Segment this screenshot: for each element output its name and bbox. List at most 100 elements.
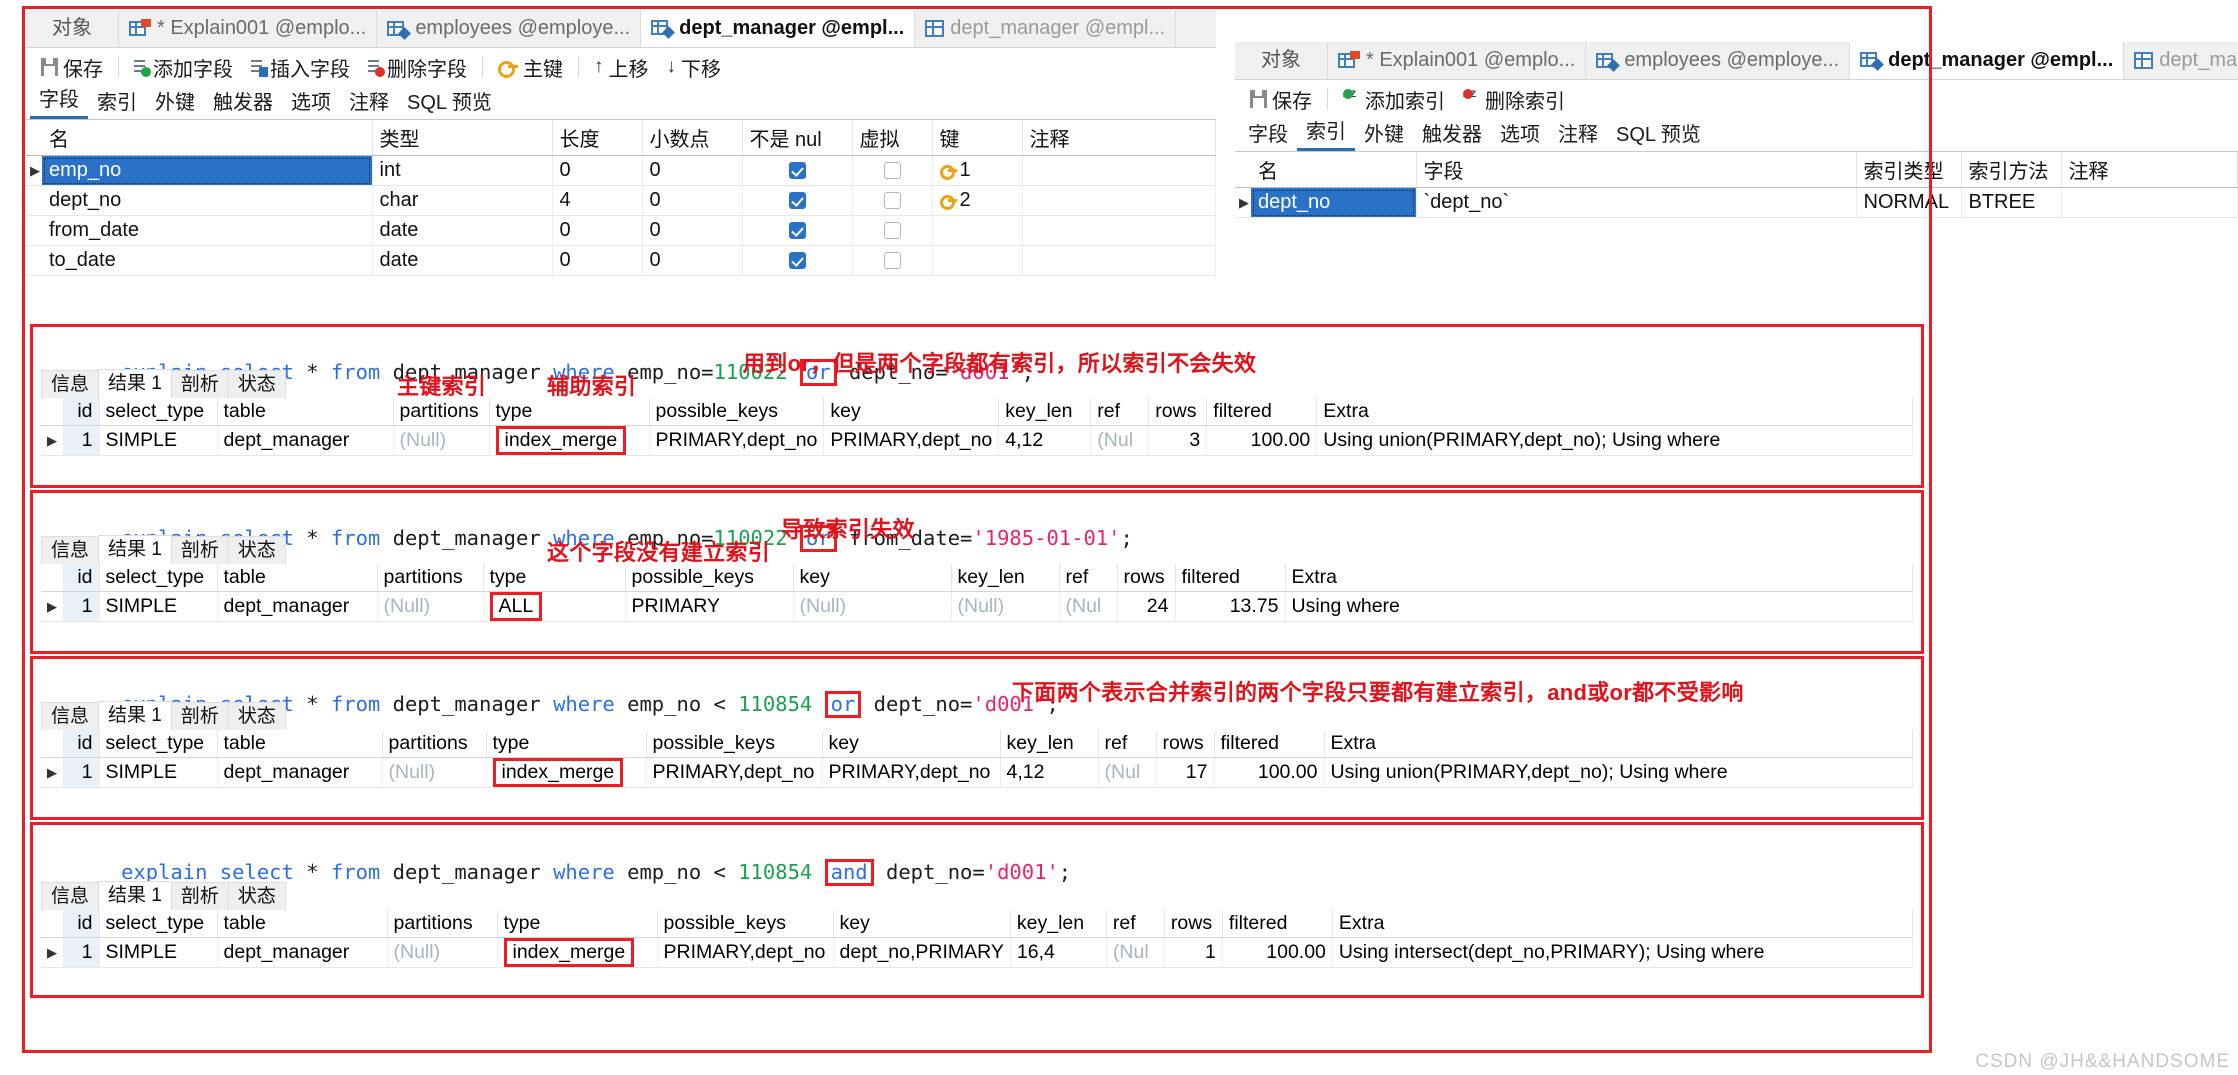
result-tab-status[interactable]: 状态 [227, 702, 286, 731]
cell-comment[interactable] [1022, 245, 1216, 276]
col-rows[interactable]: rows [1148, 398, 1208, 426]
col-partitions[interactable]: partitions [377, 564, 484, 592]
col-table[interactable]: table [217, 564, 378, 592]
cell-filtered[interactable]: 13.75 [1175, 591, 1286, 622]
result-tab-info[interactable]: 信息 [41, 702, 100, 731]
subtab-triggers[interactable]: 触发器 [1413, 120, 1491, 151]
add-index-button[interactable]: A-Z 添加索引 [1334, 84, 1454, 114]
tab-employees[interactable]: employees @employe... [377, 10, 642, 47]
cell-ref[interactable]: (Nul [1106, 937, 1165, 968]
cell-possible-keys[interactable]: PRIMARY [625, 591, 794, 622]
move-down-button[interactable]: ↓ 下移 [658, 52, 731, 82]
primary-key-button[interactable]: 主键 [489, 52, 572, 82]
col-id[interactable]: id [63, 730, 100, 758]
col-name[interactable]: 名 [42, 120, 373, 156]
virtual-checkbox[interactable] [883, 252, 901, 269]
cell-key[interactable]: 1 [932, 155, 1023, 186]
table-row[interactable]: ▶ 1 SIMPLE dept_manager (Null) ALL PRIMA… [41, 591, 1913, 622]
cell-comment[interactable] [1022, 155, 1216, 186]
cell-ref[interactable]: (Nul [1098, 757, 1157, 788]
col-comment[interactable]: 注释 [1022, 120, 1216, 156]
cell-key[interactable]: (Null) [793, 591, 952, 622]
cell-key-len[interactable]: 4,12 [1000, 757, 1099, 788]
cell-type[interactable]: char [372, 185, 553, 216]
col-length[interactable]: 长度 [552, 120, 643, 156]
cell-key[interactable] [932, 215, 1023, 246]
subtab-fields[interactable]: 字段 [30, 85, 88, 119]
cell-key-len[interactable]: 16,4 [1010, 937, 1107, 968]
col-table[interactable]: table [217, 398, 394, 426]
cell-type[interactable]: ALL [483, 591, 626, 622]
cell-virtual[interactable] [852, 155, 933, 186]
col-key[interactable]: key [823, 398, 1000, 426]
col-select-type[interactable]: select_type [99, 564, 218, 592]
cell-length[interactable]: 0 [552, 215, 643, 246]
cell-partitions[interactable]: (Null) [377, 591, 484, 622]
cell-possible-keys[interactable]: PRIMARY,dept_no [649, 425, 825, 456]
cell-filtered[interactable]: 100.00 [1222, 937, 1333, 968]
result-tab-status[interactable]: 状态 [227, 536, 286, 565]
col-filtered[interactable]: filtered [1214, 730, 1325, 758]
cell-name[interactable]: from_date [42, 215, 373, 246]
cell-rows[interactable]: 24 [1117, 591, 1176, 622]
cell-index-name[interactable]: dept_no [1251, 187, 1417, 218]
cell-decimals[interactable]: 0 [642, 215, 743, 246]
tab-explain001[interactable]: * Explain001 @emplo... [1328, 42, 1587, 79]
cell-key[interactable]: PRIMARY,dept_no [822, 757, 1001, 788]
cell-type[interactable]: int [372, 155, 553, 186]
cell-select-type[interactable]: SIMPLE [99, 425, 218, 456]
col-id[interactable]: id [63, 398, 100, 426]
delete-index-button[interactable]: A-Z 删除索引 [1454, 84, 1574, 114]
col-key-len[interactable]: key_len [1000, 730, 1099, 758]
table-row[interactable]: from_date date 0 0 [26, 215, 1216, 246]
table-row[interactable]: ▶ 1 SIMPLE dept_manager (Null) index_mer… [41, 425, 1913, 456]
col-filtered[interactable]: filtered [1222, 910, 1333, 938]
cell-index-method[interactable]: BTREE [1961, 187, 2062, 218]
col-key[interactable]: 键 [932, 120, 1023, 156]
col-possible-keys[interactable]: possible_keys [646, 730, 823, 758]
cell-decimals[interactable]: 0 [642, 245, 743, 276]
subtab-indexes[interactable]: 索引 [1297, 117, 1355, 151]
virtual-checkbox[interactable] [883, 192, 901, 209]
cell-virtual[interactable] [852, 215, 933, 246]
col-partitions[interactable]: partitions [382, 730, 487, 758]
cell-rows[interactable]: 17 [1156, 757, 1215, 788]
col-extra[interactable]: Extra [1332, 910, 1914, 938]
cell-type[interactable]: index_merge [497, 937, 658, 968]
object-tab[interactable]: 对象 [1235, 42, 1328, 79]
table-row[interactable]: to_date date 0 0 [26, 245, 1216, 276]
cell-key[interactable] [932, 245, 1023, 276]
cell-notnull[interactable] [742, 215, 853, 246]
cell-index-fields[interactable]: `dept_no` [1416, 187, 1857, 218]
col-select-type[interactable]: select_type [99, 910, 218, 938]
cell-possible-keys[interactable]: PRIMARY,dept_no [657, 937, 834, 968]
col-table[interactable]: table [217, 730, 383, 758]
cell-extra[interactable]: Using union(PRIMARY,dept_no); Using wher… [1324, 757, 1913, 788]
tab-explain001[interactable]: * Explain001 @emplo... [119, 10, 378, 47]
cell-ref[interactable]: (Nul [1059, 591, 1118, 622]
virtual-checkbox[interactable] [883, 162, 901, 179]
col-select-type[interactable]: select_type [99, 398, 218, 426]
col-possible-keys[interactable]: possible_keys [625, 564, 794, 592]
result-tab-status[interactable]: 状态 [227, 370, 286, 399]
cell-key[interactable]: 2 [932, 185, 1023, 216]
cell-extra[interactable]: Using where [1285, 591, 1913, 622]
cell-extra[interactable]: Using union(PRIMARY,dept_no); Using wher… [1316, 425, 1913, 456]
cell-length[interactable]: 0 [552, 245, 643, 276]
tab-dept-manager-designer[interactable]: dept_manager @empl... [1850, 42, 2125, 79]
cell-id[interactable]: 1 [63, 757, 100, 788]
cell-filtered[interactable]: 100.00 [1214, 757, 1325, 788]
cell-possible-keys[interactable]: PRIMARY,dept_no [646, 757, 823, 788]
col-index-method[interactable]: 索引方法 [1961, 152, 2062, 188]
subtab-comment[interactable]: 注释 [340, 88, 398, 119]
subtab-triggers[interactable]: 触发器 [204, 88, 282, 119]
result-tab-info[interactable]: 信息 [41, 370, 100, 399]
cell-rows[interactable]: 3 [1148, 425, 1208, 456]
cell-key[interactable]: dept_no,PRIMARY [833, 937, 1011, 968]
cell-filtered[interactable]: 100.00 [1206, 425, 1318, 456]
table-row[interactable]: ▶ 1 SIMPLE dept_manager (Null) index_mer… [41, 757, 1913, 788]
col-key[interactable]: key [822, 730, 1001, 758]
insert-field-button[interactable]: 插入字段 [242, 52, 359, 82]
cell-table[interactable]: dept_manager [217, 757, 383, 788]
cell-type[interactable]: date [372, 245, 553, 276]
